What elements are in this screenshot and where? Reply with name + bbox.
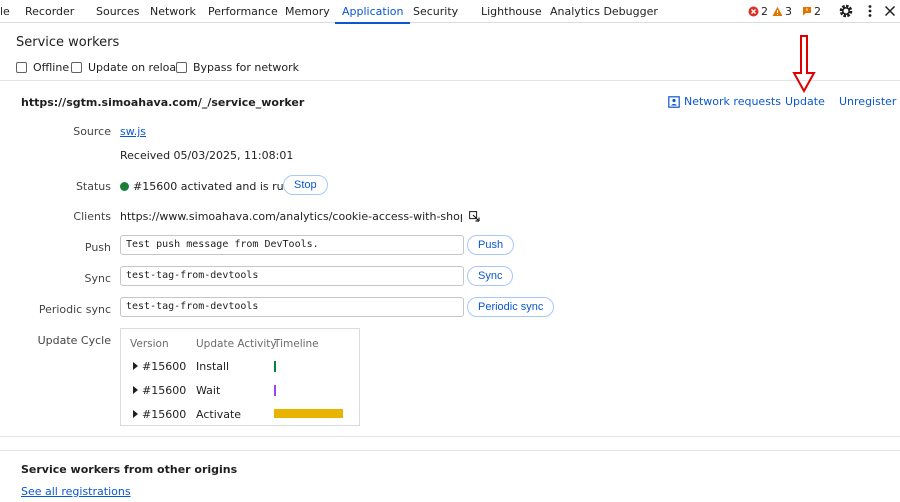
- tab-memory[interactable]: Memory: [285, 0, 330, 23]
- table-row-version[interactable]: #15600: [133, 360, 186, 373]
- section-title: Service workers: [16, 35, 120, 50]
- expand-triangle-icon: [133, 362, 138, 370]
- bypass-for-network-checkbox[interactable]: Bypass for network: [176, 60, 299, 74]
- tab-application[interactable]: Application: [334, 0, 411, 24]
- error-count-badge[interactable]: 2: [748, 0, 768, 23]
- column-header-timeline: Timeline: [274, 338, 319, 350]
- checkbox-label: Bypass for network: [193, 60, 300, 74]
- warning-count: 3: [785, 5, 792, 18]
- tab-elements-partial[interactable]: le: [0, 0, 10, 23]
- table-row-activity: Activate: [196, 408, 242, 421]
- status-label: Status: [75, 180, 111, 193]
- update-cycle-table: Version Update Activity Timeline #15600 …: [120, 328, 360, 426]
- network-requests-label: Network requests: [684, 95, 781, 108]
- stop-button[interactable]: Stop: [283, 175, 328, 195]
- section-divider: [0, 450, 900, 451]
- table-row-version[interactable]: #15600: [133, 384, 186, 397]
- tab-performance[interactable]: Performance: [208, 0, 278, 23]
- push-label: Push: [84, 241, 111, 254]
- clients-label: Clients: [73, 210, 111, 223]
- offline-checkbox[interactable]: Offline: [16, 60, 69, 74]
- gear-icon[interactable]: [838, 3, 854, 19]
- clients-url: https://www.simoahava.com/analytics/cook…: [120, 210, 462, 223]
- more-vertical-icon[interactable]: [862, 3, 878, 19]
- push-button[interactable]: Push: [467, 235, 515, 255]
- expand-triangle-icon: [133, 410, 138, 418]
- periodic-sync-tag-input[interactable]: test-tag-from-devtools: [120, 297, 464, 317]
- activate-timeline-bar: [274, 409, 343, 418]
- checkbox-box[interactable]: [71, 61, 82, 73]
- table-row-version[interactable]: #15600: [133, 408, 186, 421]
- install-timeline-bar: [274, 361, 276, 372]
- source-file-link[interactable]: sw.js: [120, 125, 146, 138]
- column-header-version: Version: [130, 338, 169, 350]
- tab-analytics-debugger[interactable]: Analytics Debugger: [550, 0, 658, 23]
- issue-flag-icon: [803, 7, 811, 16]
- checkbox-box[interactable]: [176, 61, 187, 73]
- error-icon: [748, 6, 759, 17]
- service-worker-scope: https://sgtm.simoahava.com/_/service_wor…: [21, 96, 305, 109]
- see-all-registrations-link[interactable]: See all registrations: [21, 485, 131, 498]
- version-text: #15600: [142, 360, 187, 373]
- error-count: 2: [761, 5, 768, 18]
- update-link[interactable]: Update: [785, 95, 825, 108]
- running-status-dot: [120, 182, 129, 191]
- checkbox-label: Offline: [33, 60, 70, 74]
- wait-timeline-bar: [274, 385, 276, 396]
- column-header-activity: Update Activity: [196, 338, 277, 350]
- red-down-arrow-icon: [792, 35, 816, 93]
- periodic-sync-label: Periodic sync: [38, 303, 111, 316]
- issues-count: 2: [814, 5, 821, 18]
- version-text: #15600: [142, 384, 187, 397]
- warning-icon: [772, 6, 783, 16]
- tab-recorder[interactable]: Recorder: [25, 0, 74, 23]
- close-icon[interactable]: [882, 3, 898, 19]
- issues-count-badge[interactable]: 2: [802, 0, 821, 23]
- sync-tag-input[interactable]: test-tag-from-devtools: [120, 266, 464, 286]
- network-requests-link[interactable]: Network requests: [668, 95, 781, 108]
- push-message-input[interactable]: Test push message from DevTools.: [120, 235, 464, 255]
- tab-security[interactable]: Security: [413, 0, 458, 23]
- table-row-activity: Wait: [196, 384, 221, 397]
- update-on-reload-checkbox[interactable]: Update on reload: [71, 60, 183, 74]
- network-requests-icon: [668, 96, 680, 108]
- version-text: #15600: [142, 408, 187, 421]
- reveal-icon[interactable]: [469, 211, 480, 222]
- section-divider: [0, 80, 900, 81]
- other-origins-title: Service workers from other origins: [21, 463, 238, 476]
- update-cycle-label: Update Cycle: [37, 334, 111, 347]
- checkbox-box[interactable]: [16, 61, 27, 73]
- sync-label: Sync: [84, 272, 111, 285]
- tab-lighthouse[interactable]: Lighthouse: [481, 0, 542, 23]
- checkbox-label: Update on reload: [88, 60, 184, 74]
- received-timestamp: Received 05/03/2025, 11:08:01: [120, 149, 294, 162]
- devtools-tab-bar: le Recorder Sources Network Performance …: [0, 0, 900, 24]
- tab-sources[interactable]: Sources: [96, 0, 140, 23]
- warning-count-badge[interactable]: 3: [772, 0, 792, 23]
- periodic-sync-button[interactable]: Periodic sync: [467, 297, 555, 317]
- tab-network[interactable]: Network: [150, 0, 196, 23]
- section-divider: [0, 436, 900, 437]
- source-label: Source: [73, 125, 111, 138]
- expand-triangle-icon: [133, 386, 138, 394]
- unregister-link[interactable]: Unregister: [839, 95, 896, 108]
- table-row-activity: Install: [196, 360, 230, 373]
- sync-button[interactable]: Sync: [467, 266, 514, 286]
